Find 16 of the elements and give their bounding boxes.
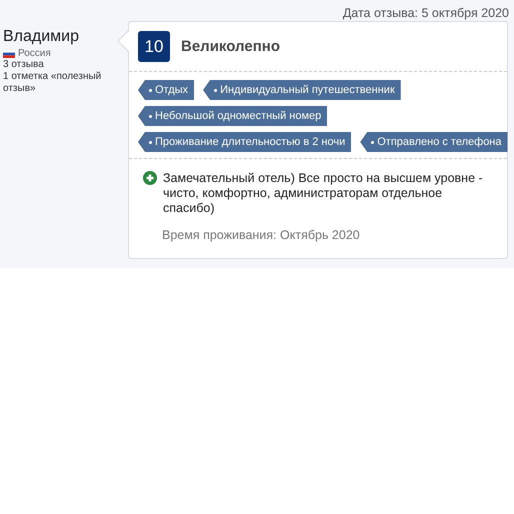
plus-icon xyxy=(143,171,157,185)
stay-date: Время проживания: Октябрь 2020 xyxy=(162,228,361,242)
review-text: Замечательный отель) Все просто на высшем уровне - чисто, комфортно, администраторам отдельное спасибо) xyxy=(163,171,484,216)
tag: Отправлено с телефона xyxy=(360,132,508,152)
flag-icon xyxy=(3,50,15,58)
reviewer-name: Владимир xyxy=(3,28,80,46)
reviewer-country: Россия xyxy=(18,48,51,59)
tag: Небольшой одноместный номер xyxy=(138,106,328,126)
helpful-count: 1 отметка «полезный отзыв» xyxy=(3,71,102,95)
tag: Индивидуальный путешественник xyxy=(203,80,401,100)
review-count: 3 отзыва xyxy=(3,59,45,71)
tag: Отдых xyxy=(138,80,194,100)
tag: Проживание длительностью в 2 ночи xyxy=(138,132,352,152)
score-badge: 10 xyxy=(138,31,170,62)
review-date: Дата отзыва: 5 октября 2020 xyxy=(342,6,509,21)
review-verdict: Великолепно xyxy=(181,38,280,55)
